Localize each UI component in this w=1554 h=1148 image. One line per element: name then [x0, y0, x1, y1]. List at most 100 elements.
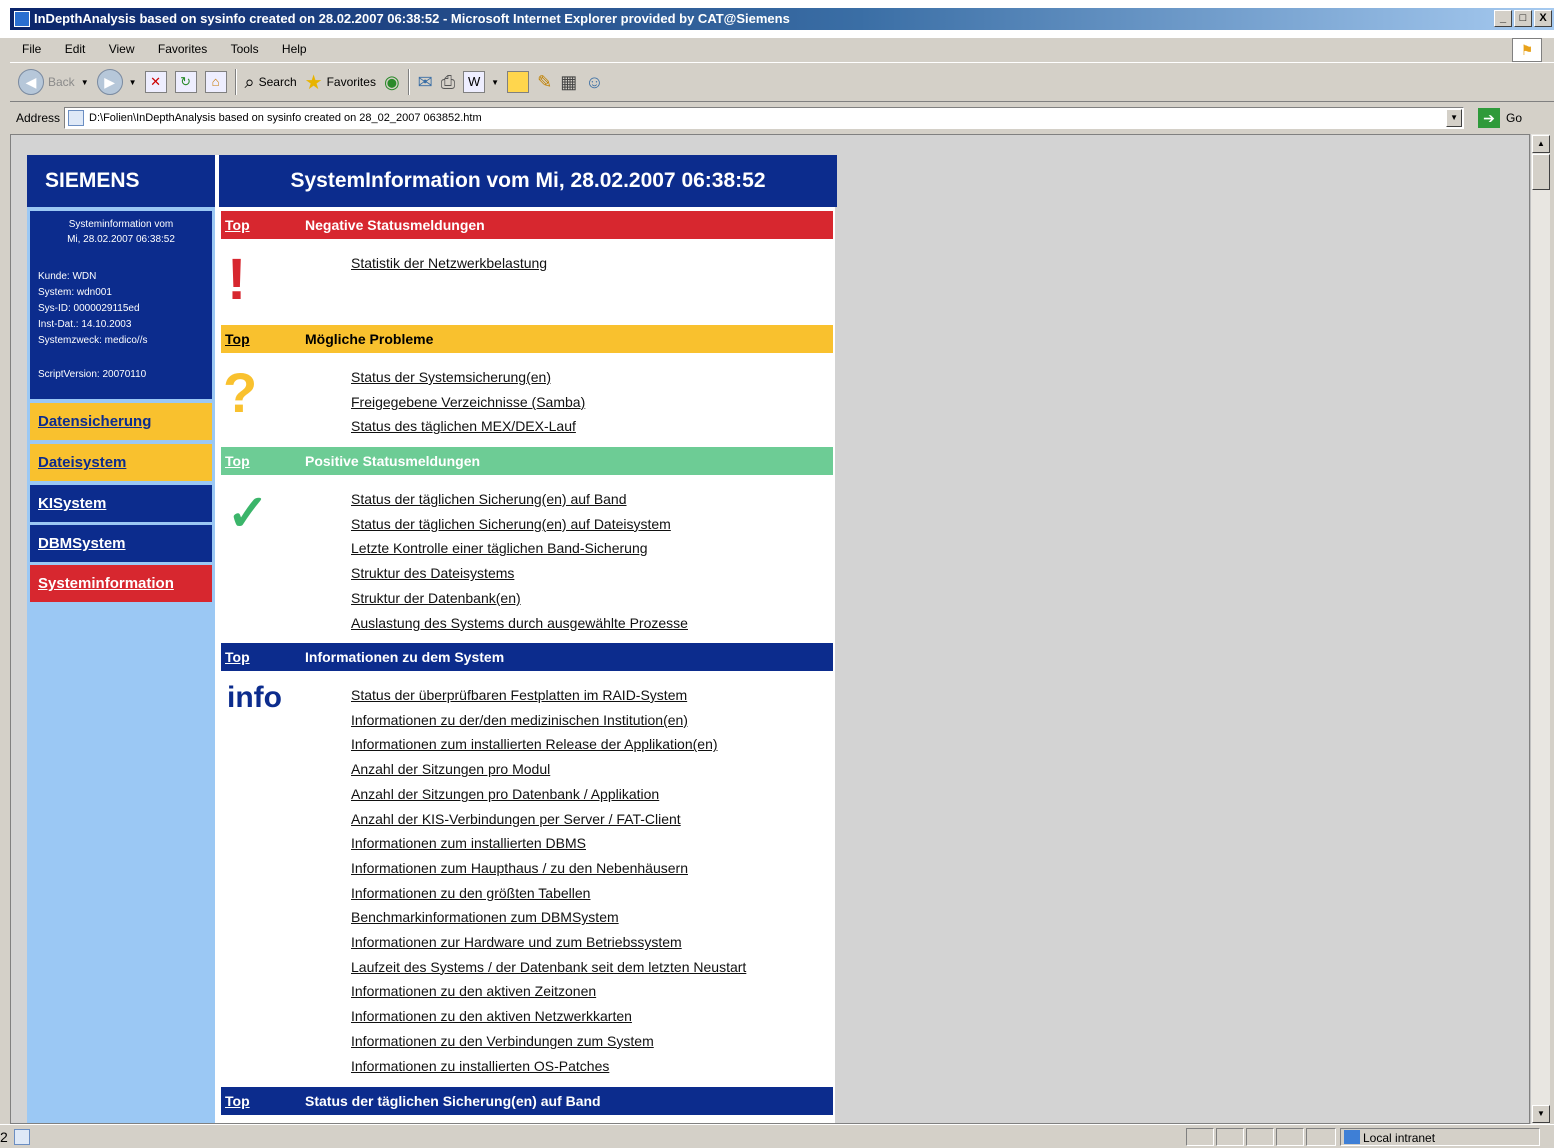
- nav-datensicherung[interactable]: Datensicherung: [30, 403, 212, 440]
- back-arrow-icon: ◀: [18, 69, 44, 95]
- folder-icon[interactable]: [507, 71, 530, 93]
- title-bar[interactable]: InDepthAnalysis based on sysinfo created…: [10, 8, 1554, 30]
- link-item[interactable]: Anzahl der Sitzungen pro Datenbank / App…: [351, 782, 746, 807]
- nav-dbmsystem[interactable]: DBMSystem: [30, 525, 212, 562]
- section-title: Negative Statusmeldungen: [305, 217, 485, 233]
- go-label: Go: [1506, 111, 1523, 125]
- link-item[interactable]: Informationen zum installierten DBMS: [351, 831, 746, 856]
- folders-icon[interactable]: ✎: [537, 72, 552, 93]
- link-item[interactable]: Laufzeit des Systems / der Datenbank sei…: [351, 955, 746, 980]
- back-button[interactable]: ◀ Back ▼: [18, 69, 89, 95]
- link-item[interactable]: Status der überprüfbaren Festplatten im …: [351, 683, 746, 708]
- forward-button[interactable]: ▶ ▼: [96, 69, 137, 95]
- scroll-down-icon[interactable]: ▼: [1532, 1105, 1550, 1123]
- link-item[interactable]: Informationen zu der/den medizinischen I…: [351, 708, 746, 733]
- nav-systeminformation[interactable]: Systeminformation: [30, 565, 212, 602]
- intranet-icon: [1344, 1130, 1360, 1144]
- link-item[interactable]: Informationen zum installierten Release …: [351, 732, 746, 757]
- nav-kisystem[interactable]: KISystem: [30, 485, 212, 522]
- link-item[interactable]: Informationen zu den Verbindungen zum Sy…: [351, 1029, 746, 1054]
- link-item[interactable]: Struktur des Dateisystems: [351, 561, 688, 586]
- link-item[interactable]: Freigegebene Verzeichnisse (Samba): [351, 390, 585, 415]
- link-item[interactable]: Status des täglichen MEX/DEX-Lauf: [351, 414, 585, 439]
- menu-help[interactable]: Help: [282, 42, 307, 56]
- section-header-problems: Top Mögliche Probleme: [221, 325, 833, 353]
- question-icon: ?: [223, 361, 258, 424]
- top-link[interactable]: Top: [225, 447, 250, 475]
- forward-arrow-icon: ▶: [96, 69, 123, 95]
- zone-label: Local intranet: [1363, 1131, 1436, 1145]
- link-item[interactable]: Status der Systemsicherung(en): [351, 365, 585, 390]
- research-icon[interactable]: ▦: [560, 72, 577, 93]
- print-icon[interactable]: ⎙: [441, 72, 455, 93]
- menu-file[interactable]: File: [22, 42, 41, 56]
- info-sysid: Sys-ID: 0000029115ed: [38, 303, 140, 314]
- link-item[interactable]: Letzte Kontrolle einer täglichen Band-Si…: [351, 536, 688, 561]
- page-title: SystemInformation vom Mi, 28.02.2007 06:…: [217, 155, 837, 207]
- menu-favorites[interactable]: Favorites: [158, 42, 207, 56]
- menu-view[interactable]: View: [109, 42, 135, 56]
- scroll-up-icon[interactable]: ▲: [1532, 135, 1550, 153]
- window-title: InDepthAnalysis based on sysinfo created…: [34, 11, 790, 26]
- menu-tools[interactable]: Tools: [231, 42, 259, 56]
- link-item[interactable]: Anzahl der KIS-Verbindungen per Server /…: [351, 807, 746, 832]
- favorites-label: Favorites: [326, 75, 376, 89]
- stop-icon[interactable]: ✕: [144, 71, 167, 93]
- toolbar-separator: [234, 69, 237, 95]
- home-icon[interactable]: ⌂: [204, 71, 227, 93]
- link-item[interactable]: Informationen zu den größten Tabellen: [351, 881, 746, 906]
- status-bar: 2 Local intranet: [0, 1124, 1554, 1148]
- address-input[interactable]: D:\Folien\InDepthAnalysis based on sysin…: [64, 107, 1465, 129]
- link-item[interactable]: Anzahl der Sitzungen pro Modul: [351, 757, 746, 782]
- mail-icon[interactable]: ✉: [418, 72, 433, 93]
- messenger-icon[interactable]: ☺: [585, 72, 603, 93]
- minimize-button[interactable]: _: [1494, 10, 1512, 27]
- search-button[interactable]: ⌕ Search: [245, 72, 297, 93]
- section-title: Mögliche Probleme: [305, 331, 434, 347]
- back-dropdown-icon[interactable]: ▼: [81, 78, 89, 87]
- close-button[interactable]: X: [1534, 10, 1552, 27]
- link-item[interactable]: Status der täglichen Sicherung(en) auf B…: [351, 487, 688, 512]
- search-label: Search: [258, 75, 297, 89]
- search-icon: ⌕: [244, 71, 255, 92]
- top-link[interactable]: Top: [225, 1087, 250, 1115]
- link-item[interactable]: Informationen zur Hardware und zum Betri…: [351, 930, 746, 955]
- link-item[interactable]: Informationen zum Haupthaus / zu den Neb…: [351, 856, 746, 881]
- edit-dropdown-icon[interactable]: ▼: [491, 78, 499, 87]
- top-link[interactable]: Top: [225, 211, 250, 239]
- top-link[interactable]: Top: [225, 643, 250, 671]
- links-info: Status der überprüfbaren Festplatten im …: [351, 683, 746, 1078]
- section-title: Informationen zu dem System: [305, 649, 505, 665]
- status-panel: [1306, 1128, 1336, 1146]
- maximize-button[interactable]: □: [1514, 10, 1532, 27]
- address-bar: Address D:\Folien\InDepthAnalysis based …: [10, 104, 1554, 132]
- link-item[interactable]: Auslastung des Systems durch ausgewählte…: [351, 611, 688, 636]
- window-titlebar: InDepthAnalysis based on sysinfo created…: [0, 0, 1554, 38]
- status-panel: [1216, 1128, 1244, 1146]
- link-item[interactable]: Informationen zu den aktiven Netzwerkkar…: [351, 1004, 746, 1029]
- edit-icon[interactable]: W: [463, 71, 486, 93]
- link-item[interactable]: Informationen zu den aktiven Zeitzonen: [351, 979, 746, 1004]
- favorites-button[interactable]: ★ Favorites: [305, 70, 376, 95]
- link-item[interactable]: Struktur der Datenbank(en): [351, 586, 688, 611]
- status-panel: [1186, 1128, 1214, 1146]
- go-button[interactable]: ➔ Go: [1478, 108, 1522, 128]
- link-item[interactable]: Informationen zu installierten OS-Patche…: [351, 1054, 746, 1079]
- refresh-icon[interactable]: ↻: [174, 71, 197, 93]
- nav-dateisystem[interactable]: Dateisystem: [30, 444, 212, 481]
- forward-dropdown-icon[interactable]: ▼: [129, 78, 137, 87]
- page-icon: [68, 110, 85, 126]
- link-item[interactable]: Status der täglichen Sicherung(en) auf D…: [351, 512, 688, 537]
- link-item[interactable]: Benchmarkinformationen zum DBMSystem: [351, 905, 746, 930]
- address-dropdown-icon[interactable]: ▼: [1446, 109, 1463, 127]
- toolbar: ◀ Back ▼ ▶ ▼ ✕ ↻ ⌂ ⌕ Search ★ Favorites …: [10, 62, 1554, 102]
- link-item[interactable]: Statistik der Netzwerkbelastung: [351, 251, 547, 276]
- vertical-scrollbar[interactable]: ▲ ▼: [1530, 134, 1550, 1124]
- top-link[interactable]: Top: [225, 325, 250, 353]
- menu-edit[interactable]: Edit: [65, 42, 86, 56]
- brand-logo: SIEMENS: [27, 155, 215, 207]
- back-label: Back: [48, 75, 75, 89]
- scroll-thumb[interactable]: [1532, 154, 1550, 190]
- media-icon[interactable]: ◉: [384, 72, 400, 93]
- sidebar: SIEMENS Systeminformation vom Mi, 28.02.…: [27, 155, 215, 1123]
